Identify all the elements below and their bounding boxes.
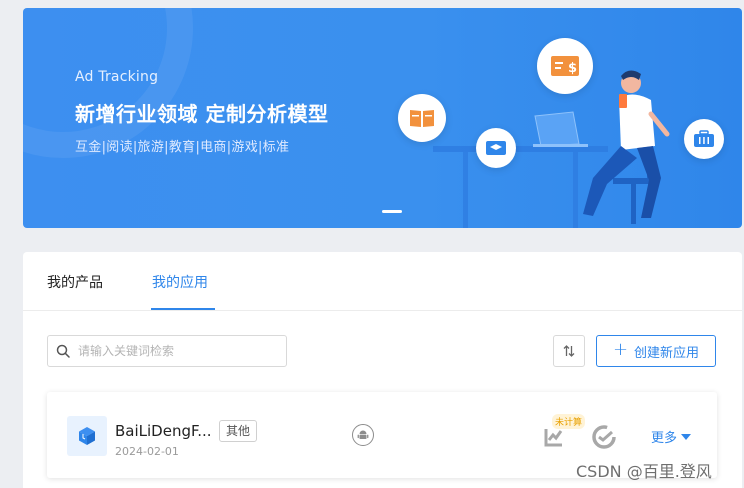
- carousel-indicator[interactable]: [382, 210, 402, 213]
- more-dropdown[interactable]: 更多: [651, 427, 692, 446]
- graduation-card-icon: [486, 141, 506, 155]
- android-icon: [352, 424, 374, 446]
- more-label: 更多: [651, 431, 678, 446]
- caret-down-icon: [681, 433, 692, 440]
- travel-bubble: [684, 119, 724, 159]
- tab-my-apps[interactable]: 我的应用: [152, 272, 208, 292]
- promo-banner[interactable]: Ad Tracking 新增行业领域 定制分析模型 互金|阅读|旅游|教育|电商…: [23, 8, 742, 228]
- tab-my-products[interactable]: 我的产品: [47, 272, 103, 292]
- create-app-label: 创建新应用: [634, 345, 700, 361]
- create-app-button[interactable]: + 创建新应用: [596, 335, 716, 367]
- trend-metric-icon: [544, 429, 563, 447]
- watermark: CSDN @百里.登风: [576, 462, 712, 481]
- banner-kicker: Ad Tracking: [75, 69, 159, 85]
- apps-panel: 我的产品 我的应用 + 创建新应用 BaiLiDengF... 其他: [23, 252, 742, 488]
- sort-arrows-icon: [563, 345, 575, 357]
- suitcase-icon: [694, 130, 714, 147]
- check-circle-metric-icon: [592, 425, 616, 449]
- reading-bubble: [398, 94, 446, 142]
- tab-bar: 我的产品 我的应用: [23, 252, 742, 311]
- education-bubble: [476, 128, 516, 168]
- svg-text:$: $: [568, 61, 577, 76]
- app-category-badge: 其他: [219, 420, 258, 442]
- banner-headline: 新增行业领域 定制分析模型: [75, 102, 329, 126]
- plus-icon: +: [612, 339, 629, 360]
- search-box[interactable]: [47, 335, 287, 367]
- sort-button[interactable]: [553, 335, 585, 367]
- app-name[interactable]: BaiLiDengF...: [115, 422, 212, 440]
- active-tab-underline: [151, 308, 215, 310]
- finance-bubble: $: [537, 38, 593, 94]
- app-cube-icon: [67, 416, 107, 456]
- banner-tags: 互金|阅读|旅游|教育|电商|游戏|标准: [75, 140, 290, 155]
- search-icon: [56, 344, 70, 358]
- open-book-icon: [410, 110, 434, 127]
- dollar-ticket-icon: $: [551, 56, 579, 76]
- app-created-date: 2024-02-01: [115, 445, 179, 458]
- uncalculated-badge: 未计算: [552, 414, 586, 429]
- search-input[interactable]: [78, 344, 278, 358]
